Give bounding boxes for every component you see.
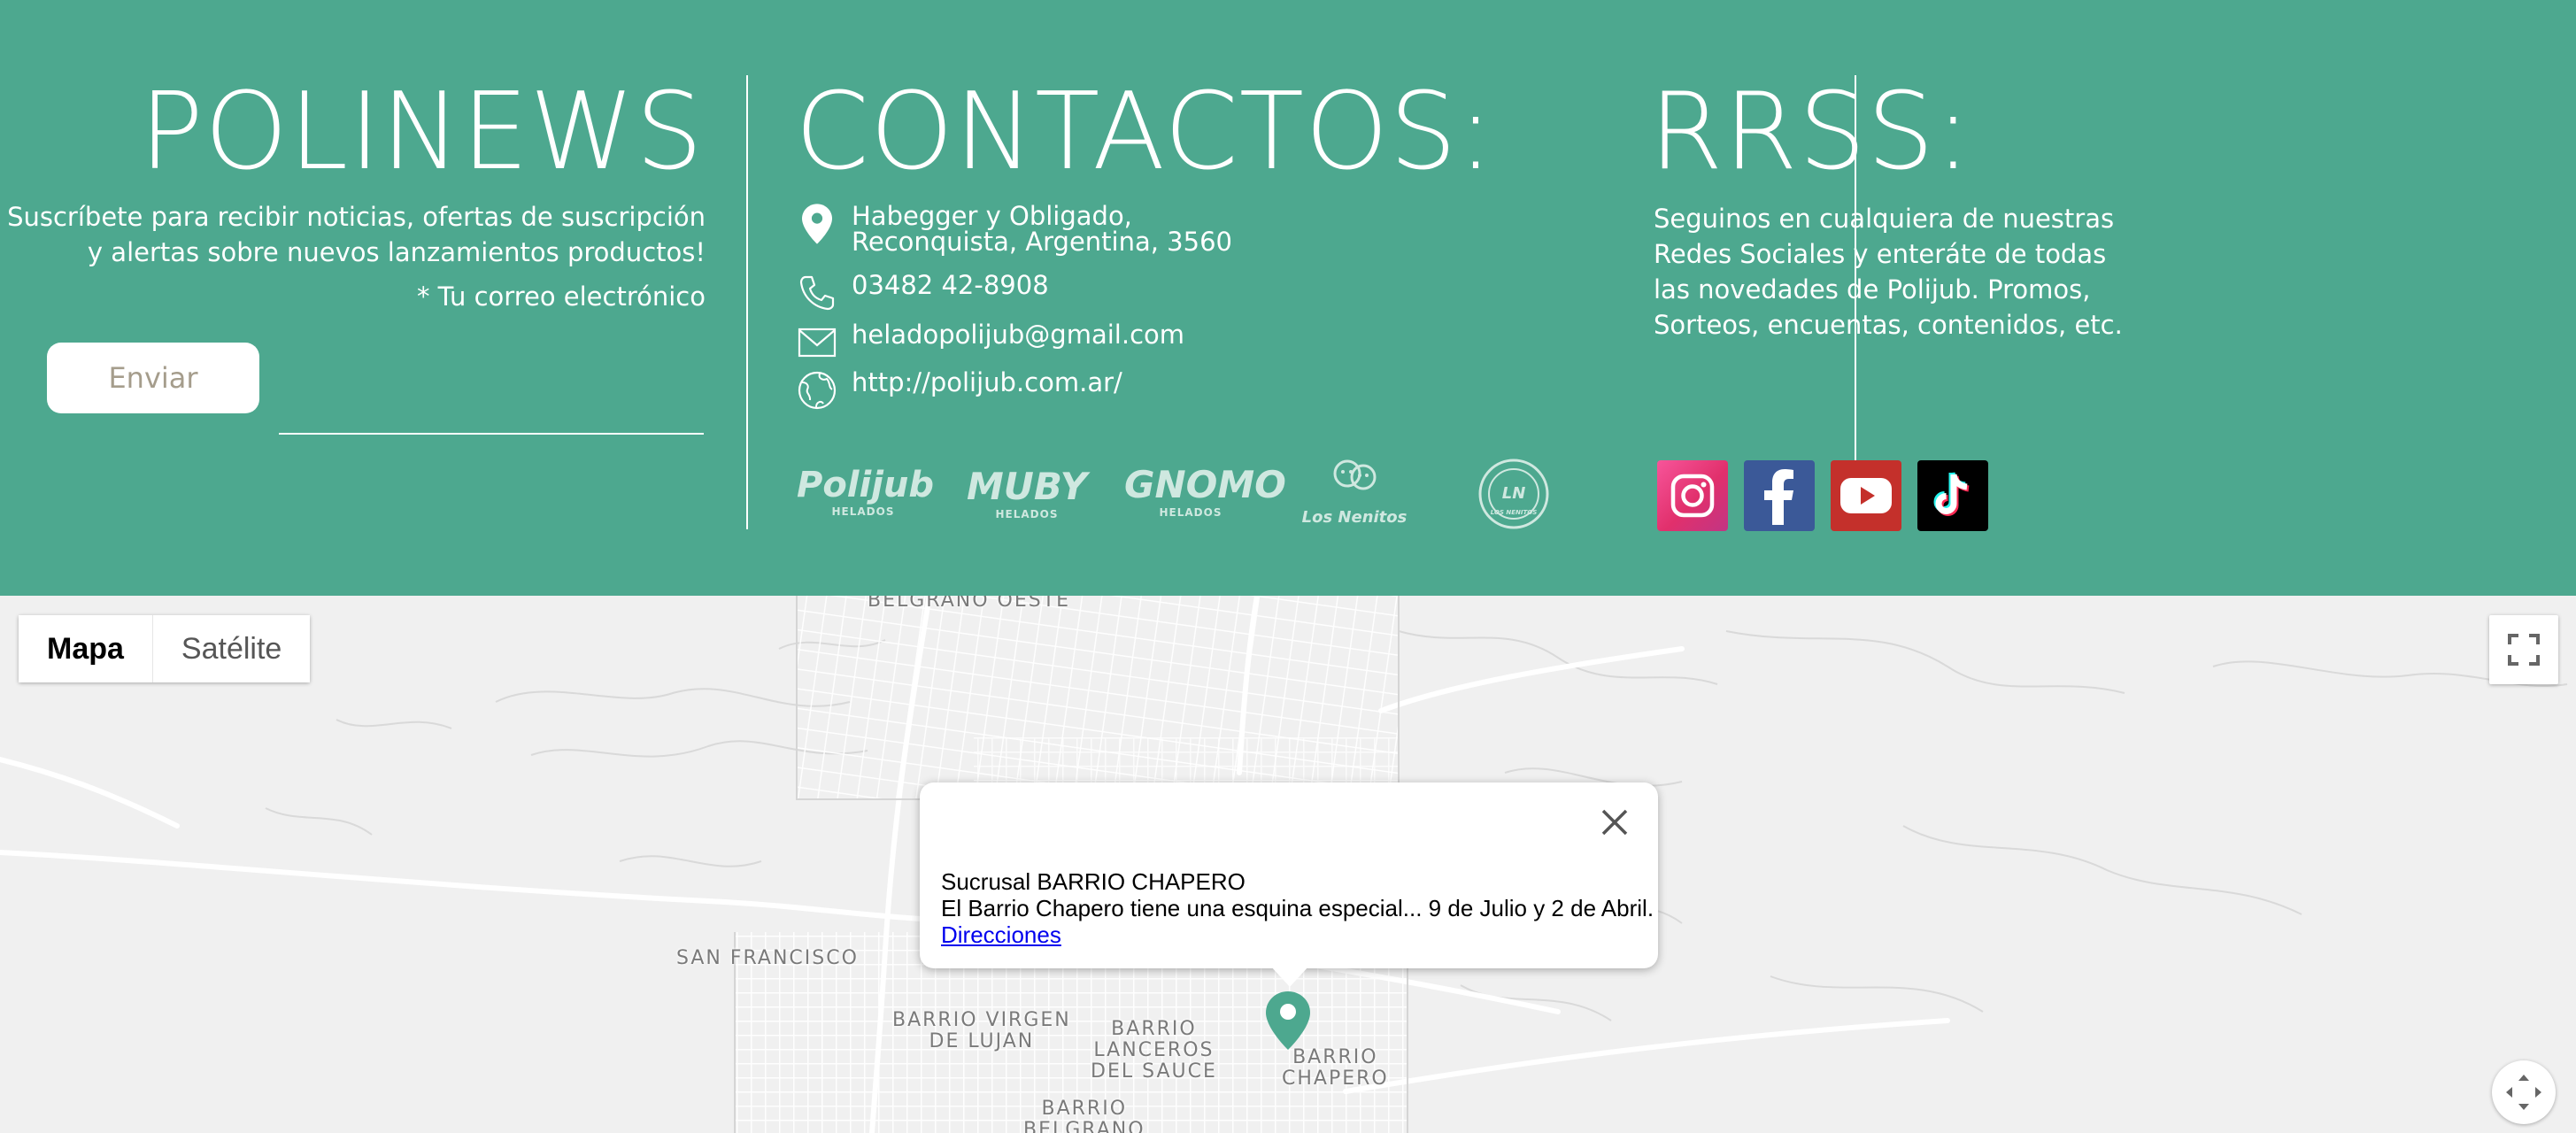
column-divider — [746, 75, 748, 529]
info-window-description: El Barrio Chapero tiene una esquina espe… — [941, 895, 1654, 921]
move-arrows-icon — [2506, 1075, 2541, 1110]
svg-text:LN: LN — [1502, 484, 1526, 503]
map[interactable]: BELGRANO OESTE SAN FRANCISCO BARRIO VIRG… — [0, 596, 2576, 1133]
location-pin-icon — [797, 204, 837, 244]
info-window-title: Sucrusal BARRIO CHAPERO — [941, 868, 1246, 895]
mail-icon — [797, 322, 837, 363]
address-line-1: Habegger y Obligado, — [852, 201, 1132, 231]
location-marker-icon[interactable] — [1263, 990, 1313, 1055]
fullscreen-button[interactable] — [2489, 615, 2558, 684]
contact-website[interactable]: http://polijub.com.ar/ — [797, 370, 1122, 411]
map-label-barrio-lanceros-del-sauce: BARRIO LANCEROS DEL SAUCE — [1091, 1018, 1217, 1083]
email-address[interactable]: heladopolijub@gmail.com — [852, 322, 1184, 348]
rrss-description: Seguinos en cualquiera de nuestras Redes… — [1654, 204, 2123, 340]
email-field[interactable] — [279, 433, 704, 435]
brand-logos: Polijub HELADOS MUBY HELADOS GNOMO HELADOS … — [797, 456, 1567, 536]
send-button[interactable]: Enviar — [47, 343, 259, 413]
muby-logo: MUBY HELADOS — [966, 465, 1088, 520]
rrss-title: RRSS: — [1649, 71, 1972, 194]
map-label-barrio-virgen-de-lujan: BARRIO VIRGEN DE LUJAN — [892, 1009, 1071, 1052]
map-type-control: Mapa Satélite — [19, 615, 311, 682]
phone-number[interactable]: 03482 42-8908 — [852, 273, 1049, 298]
close-icon[interactable] — [1594, 802, 1635, 843]
map-type-map-button[interactable]: Mapa — [19, 615, 153, 682]
svg-text:LOS NENITOS: LOS NENITOS — [1491, 509, 1538, 516]
address-line-2: Reconquista, Argentina, 3560 — [852, 227, 1232, 257]
youtube-icon[interactable] — [1831, 460, 1901, 531]
contact-email[interactable]: heladopolijub@gmail.com — [797, 322, 1184, 363]
polijub-logo: Polijub HELADOS — [797, 465, 935, 518]
contacts-title: CONTACTOS: — [795, 71, 1495, 194]
contact-phone[interactable]: 03482 42-8908 — [797, 273, 1049, 313]
tiktok-icon[interactable] — [1917, 460, 1988, 531]
facebook-icon[interactable] — [1744, 460, 1815, 531]
newsletter-description: Suscríbete para recibir noticias, oferta… — [7, 202, 706, 267]
newsletter-title: POLINEWS — [139, 71, 704, 194]
decorative-line — [1855, 75, 1856, 465]
fullscreen-icon — [2508, 634, 2540, 666]
los-nenitos-seal: LN LOS NENITOS — [1469, 456, 1558, 532]
globe-icon — [797, 370, 837, 411]
map-label-barrio-belgrano: BARRIO BELGRANO — [1023, 1098, 1145, 1133]
info-window: Sucrusal BARRIO CHAPERO El Barrio Chaper… — [920, 782, 1658, 968]
phone-icon — [797, 273, 837, 313]
gnomo-logo: GNOMO HELADOS — [1124, 463, 1286, 519]
map-type-satellite-button[interactable]: Satélite — [152, 615, 311, 682]
contact-address: Habegger y Obligado, Reconquista, Argent… — [797, 204, 1232, 255]
map-label-belgrano-oeste: BELGRANO OESTE — [868, 596, 1071, 612]
email-field-hint: * Tu correo electrónico — [416, 281, 706, 312]
footer: POLINEWS Suscríbete para recibir noticia… — [0, 0, 2576, 596]
los-nenitos-logo: Los Nenitos — [1292, 456, 1416, 527]
directions-link[interactable]: Direcciones — [941, 921, 1061, 948]
map-label-san-francisco: SAN FRANCISCO — [676, 947, 859, 969]
instagram-icon[interactable] — [1657, 460, 1728, 531]
camera-control-button[interactable] — [2492, 1060, 2556, 1124]
info-window-tail — [1270, 966, 1309, 987]
website-link[interactable]: http://polijub.com.ar/ — [852, 370, 1122, 396]
